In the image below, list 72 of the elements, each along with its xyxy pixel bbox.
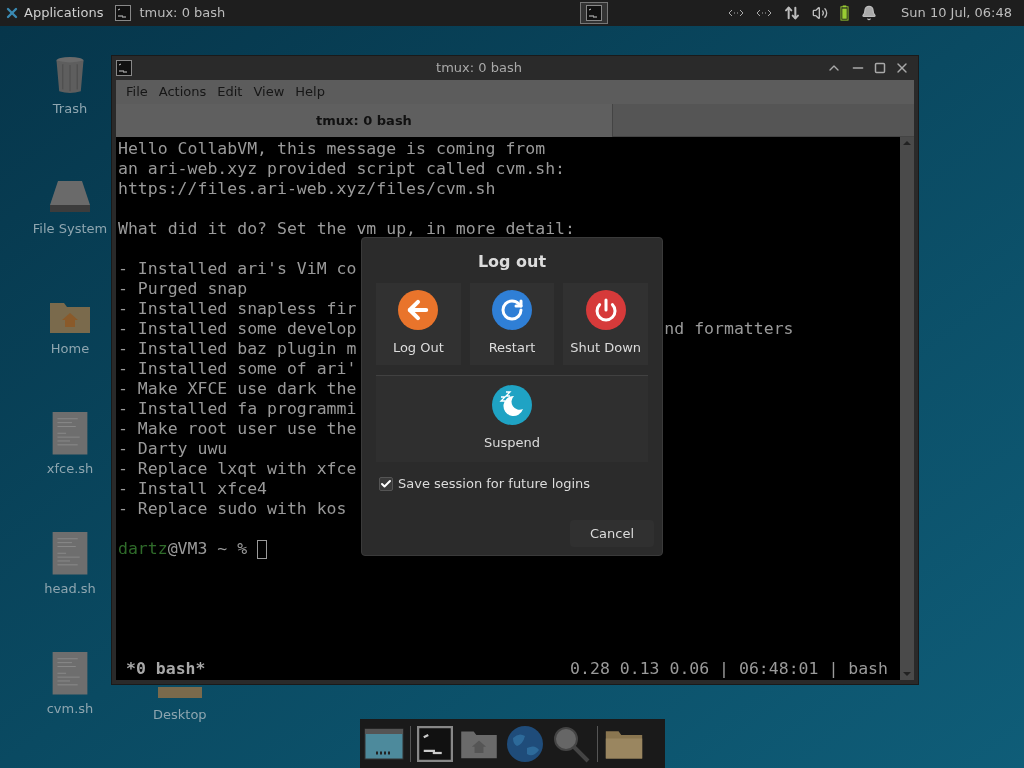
terminal-line: - Installed snapless fir [118,299,357,318]
terminal-line: - Install xfce4 [118,479,267,498]
menu-item[interactable]: Edit [213,82,247,102]
restart-icon [492,290,532,331]
document-icon [52,412,88,455]
document-icon [52,532,88,575]
menu-item[interactable]: Actions [154,82,211,102]
moon-icon [492,385,532,426]
battery-icon[interactable] [840,5,850,21]
terminal-line: - Installed some of ari' [118,359,357,378]
desktop-icon-label[interactable]: xfce.sh [46,458,94,478]
terminal-line: - Make XFCE use dark the [118,379,357,398]
menu-item[interactable]: View [249,82,289,102]
terminal-icon [417,725,453,762]
window-list-icon[interactable] [364,727,404,760]
xfce-icon [4,5,20,21]
volume-icon[interactable] [812,5,829,21]
checkbox-label[interactable]: Save session for future logins [398,474,591,494]
desktop-icon-label[interactable]: Desktop [153,705,207,725]
network-icon[interactable] [728,7,745,19]
terminal-line: Hello CollabVM, this message is coming from [118,139,546,158]
terminal-line: https://files.ari-web.xyz/files/cvm.sh [118,179,496,198]
terminal-icon [116,60,132,76]
menu-item[interactable]: File [122,82,152,102]
cancel-button[interactable]: Cancel [570,520,654,547]
dialog-title: Log out [477,251,547,272]
cursor [257,539,268,559]
desktop-icon-label[interactable]: Home [50,338,90,358]
terminal-line: - Make root user use the [118,419,357,438]
checkbox[interactable] [379,476,393,491]
session-action-button[interactable]: Suspend [376,376,648,462]
terminal-line: - Darty uwu [118,439,228,458]
terminal-line: nd formatters [664,319,794,339]
terminal-line: - Replace sudo with kos [118,499,347,518]
terminal-icon [115,5,132,21]
globe-icon[interactable] [505,723,545,764]
applications-menu[interactable]: Applications [0,0,112,26]
terminal-line: - Purged snap [118,279,248,298]
workspace-switcher[interactable] [580,2,609,24]
desktop-icon-label[interactable]: cvm.sh [46,698,94,718]
menu-item[interactable]: Help [291,82,329,102]
network-icon[interactable] [756,7,773,19]
tab[interactable]: tmux: 0 bash [116,104,613,137]
terminal-line: - Installed baz plugin m [118,339,357,358]
prompt-user: dartz [118,539,168,559]
desktop-icon-label[interactable]: head.sh [44,578,96,598]
terminal-line: - Installed some develop [118,319,357,338]
terminal-line: What did it do? Set the vm up, in more detail: [118,219,575,238]
taskbar-button[interactable]: tmux: 0 bash [111,0,230,26]
session-action-button[interactable]: Log Out [376,283,461,365]
desktop-icon-label[interactable]: Trash [52,98,88,118]
terminal-line: - Replace lxqt with xfce [118,459,357,478]
power-icon [585,290,626,331]
document-icon [52,652,88,695]
arrow-left-icon [398,290,439,331]
terminal-line: an ari-web.xyz provided script called cvm.sh: [118,159,566,178]
window-title: tmux: 0 bash [435,59,523,78]
prompt: @VM3 ~ % [167,539,248,559]
terminal-line: - Installed ari's ViM co [118,259,357,278]
transfer-icon[interactable] [784,5,801,21]
clock[interactable]: Sun 10 Jul, 06:48 [901,3,1012,23]
terminal-line: - Installed fa programmi [118,399,357,418]
scrollbar[interactable] [900,137,914,680]
session-action-button[interactable]: Shut Down [563,283,648,365]
drive-icon [48,178,92,215]
maximize-icon[interactable] [874,62,886,74]
session-action-button[interactable]: Restart [469,283,555,365]
notification-bell-icon[interactable] [861,5,878,21]
terminal-icon [586,5,603,21]
desktop-icon-label[interactable]: File System [32,218,108,238]
tmux-window-status: *0 bash* [126,659,206,679]
tmux-status-info: 0.28 0.13 0.06 | 06:48:01 | bash [570,659,888,679]
